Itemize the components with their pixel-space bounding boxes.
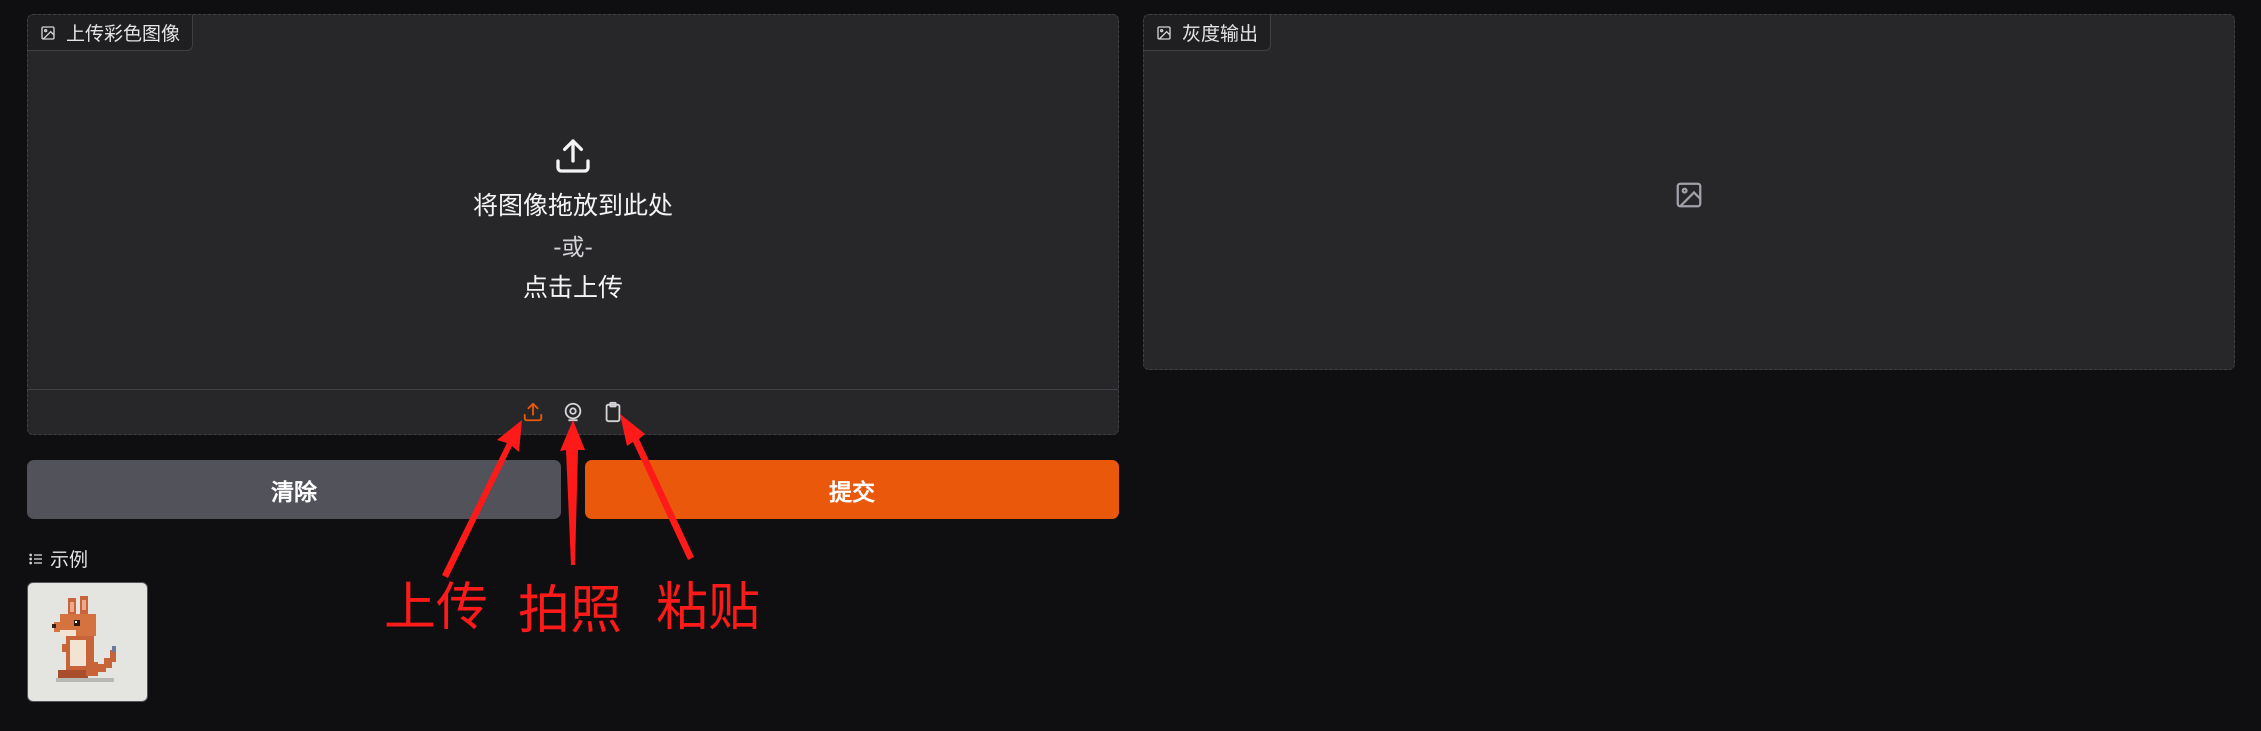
image-icon — [1157, 25, 1171, 40]
upload-icon — [556, 139, 590, 173]
output-image-panel: 灰度输出 — [1143, 14, 2235, 370]
upload-source-button[interactable] — [520, 399, 546, 425]
webcam-icon — [564, 402, 582, 422]
drop-click-text: 点击上传 — [522, 273, 623, 302]
clear-button[interactable]: 清除 — [27, 460, 561, 519]
examples-label: 示例 — [50, 549, 89, 571]
examples-header: 示例 — [28, 545, 88, 572]
arrow-webcam — [560, 420, 585, 565]
drop-title: 将图像拖放到此处 — [472, 191, 673, 220]
image-drop-zone[interactable]: 将图像拖放到此处 -或- 点击上传 — [28, 51, 1118, 389]
upload-icon — [523, 402, 543, 422]
annotation-upload-text: 上传 — [384, 578, 489, 638]
annotation-webcam-text: 拍照 — [518, 581, 623, 641]
image-icon — [41, 25, 55, 40]
clipboard-source-button[interactable] — [600, 399, 626, 425]
output-panel-label-text: 灰度输出 — [1182, 23, 1259, 45]
source-selector — [28, 389, 1118, 434]
submit-button[interactable]: 提交 — [585, 460, 1119, 519]
drop-or: -或- — [553, 235, 593, 261]
input-panel-label-text: 上传彩色图像 — [66, 23, 181, 45]
clipboard-icon — [605, 401, 621, 423]
webcam-source-button[interactable] — [560, 399, 586, 425]
image-placeholder-icon — [1676, 182, 1702, 208]
kangaroo-pixel-art-image — [51, 596, 116, 682]
example-image-kangaroo[interactable] — [27, 582, 148, 702]
list-icon — [29, 553, 42, 564]
annotation-paste-text: 粘贴 — [656, 578, 761, 638]
input-image-panel: 上传彩色图像 将图像拖放到此处 -或- 点击上传 — [27, 14, 1119, 435]
output-panel-label: 灰度输出 — [1144, 15, 1272, 51]
input-panel-label: 上传彩色图像 — [28, 15, 194, 51]
